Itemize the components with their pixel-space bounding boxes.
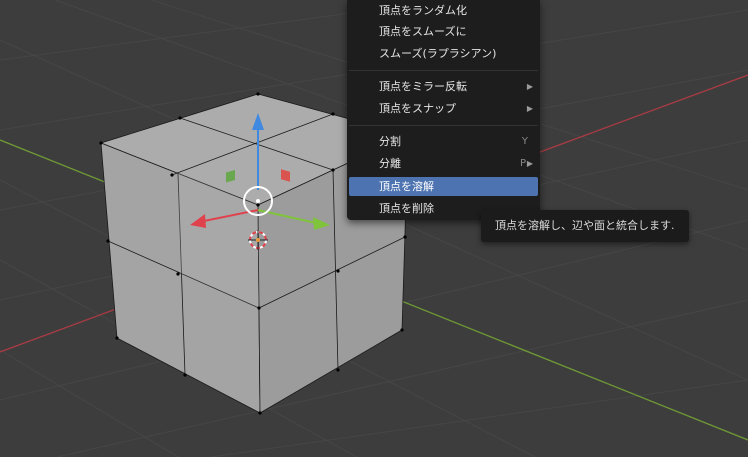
menu-item-label: 頂点をミラー反転 <box>379 80 467 93</box>
menu-item-separate[interactable]: 分離 P ▶ <box>349 154 538 173</box>
menu-item-label: 分離 <box>379 157 401 170</box>
submenu-arrow-icon: ▶ <box>526 82 533 91</box>
submenu-arrow-icon: ▶ <box>526 104 533 113</box>
menu-item-mirror-vertices[interactable]: 頂点をミラー反転 ▶ <box>349 77 538 96</box>
menu-separator <box>349 125 538 126</box>
shortcut-hint: P <box>519 158 526 169</box>
menu-item-label: 頂点を削除 <box>379 202 434 215</box>
menu-item-smooth-vertices[interactable]: 頂点をスムーズに <box>349 22 538 41</box>
menu-item-dissolve-vertices[interactable]: 頂点を溶解 <box>349 177 538 196</box>
shortcut-hint: Y <box>521 136 528 147</box>
menu-item-label: 頂点をスナップ <box>379 102 456 115</box>
submenu-arrow-icon: ▶ <box>526 159 533 168</box>
menu-item-laplacian-smooth[interactable]: スムーズ(ラプラシアン) <box>349 44 538 63</box>
tooltip: 頂点を溶解し、辺や面と統合します. <box>481 210 689 242</box>
menu-item-split[interactable]: 分割 Y <box>349 132 538 151</box>
menu-item-label: スムーズ(ラプラシアン) <box>379 47 497 60</box>
menu-item-snap-vertices[interactable]: 頂点をスナップ ▶ <box>349 99 538 118</box>
menu-item-label: 分割 <box>379 135 401 148</box>
context-menu: 頂点をランダム化 頂点をスムーズに スムーズ(ラプラシアン) 頂点をミラー反転 ▶… <box>347 0 540 220</box>
menu-item-label: 頂点をスムーズに <box>379 25 467 38</box>
menu-item-label: 頂点をランダム化 <box>379 4 467 17</box>
menu-separator <box>349 70 538 71</box>
menu-item-label: 頂点を溶解 <box>379 180 434 193</box>
tooltip-text: 頂点を溶解し、辺や面と統合します. <box>495 219 675 232</box>
menu-item-randomize-vertices[interactable]: 頂点をランダム化 <box>349 1 538 20</box>
